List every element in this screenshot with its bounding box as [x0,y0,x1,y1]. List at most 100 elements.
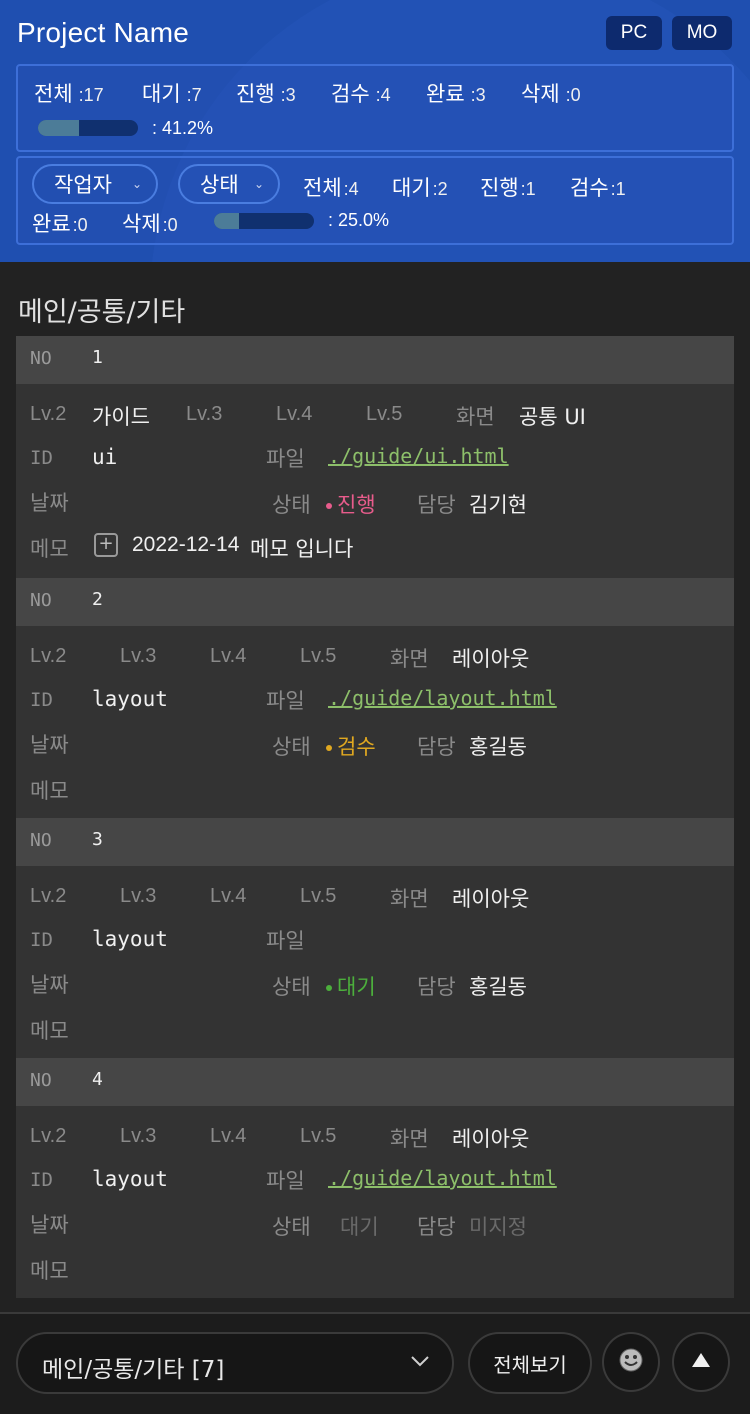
screen-label: 화면 [390,647,429,671]
stat-progress: 진행:3 [236,82,296,106]
memo-date: 2022-12-14 [132,533,240,556]
date-label: 날짜 [30,491,69,515]
smiley-button[interactable] [602,1332,660,1392]
scroll-top-button[interactable] [672,1332,730,1392]
lv3-label: Lv.3 [120,1125,157,1147]
filter-stat-total: 전체:4 [303,176,359,200]
id-value: layout [92,927,168,951]
summary-progress-text: : 41.2% [152,118,214,138]
no-label: NO [30,830,52,851]
item-card: Lv.2 Lv.3 Lv.4 Lv.5 화면 레이아웃 ID layout 파일… [16,1106,734,1298]
lv2-label: Lv.2 [30,645,67,667]
item-header: NO 2 [16,578,734,626]
lv5-label: Lv.5 [300,1125,337,1147]
filter-stat-done: 완료:0 [32,212,88,236]
project-title: Project Name [17,17,190,48]
id-label: ID [30,929,53,951]
worker-filter-dropdown[interactable]: 작업자 ⌄ [32,164,158,204]
status-dot-icon [326,985,332,991]
no-value: 4 [92,1069,103,1090]
owner-label: 담당 [417,1215,456,1239]
file-label: 파일 [266,447,305,471]
screen-label: 화면 [456,405,495,429]
no-label: NO [30,1070,52,1091]
status-label: 상태 [272,493,311,517]
lv4-label: Lv.4 [210,1125,247,1147]
filter-progress-fill [214,213,239,229]
status-label: 상태 [272,1215,311,1239]
stat-total: 전체:17 [34,82,104,106]
lv4-label: Lv.4 [210,885,247,907]
section-select[interactable]: 메인/공통/기타 [7] [16,1332,454,1394]
screen-value: 공통 UI [519,405,586,429]
id-value: layout [92,1167,168,1191]
mobile-mode-button[interactable]: MO [672,16,732,50]
id-label: ID [30,689,53,711]
no-value: 1 [92,347,103,368]
screen-label: 화면 [390,887,429,911]
status-dot-icon [326,503,332,509]
filter-progress-text: : 25.0% [328,210,390,230]
date-label: 날짜 [30,1213,69,1237]
scroll-top-icon [691,1351,711,1373]
pc-mode-button[interactable]: PC [606,16,662,50]
lv2-label: Lv.2 [30,1125,67,1147]
status-filter-dropdown[interactable]: 상태 ⌄ [178,164,280,204]
item-header: NO 4 [16,1058,734,1106]
status-value: 검수 [326,731,376,761]
section-title: 메인/공통/기타 [18,297,186,328]
no-label: NO [30,348,52,369]
lv4-label: Lv.4 [210,645,247,667]
add-memo-icon[interactable]: + [94,533,118,557]
id-value: layout [92,687,168,711]
owner-label: 담당 [417,735,456,759]
screen-value: 레이아웃 [452,887,530,911]
lv2-label: Lv.2 [30,885,67,907]
owner-value: 홍길동 [469,735,527,759]
owner-value: 김기현 [469,493,527,517]
chevron-down-icon [410,1352,430,1373]
lv2-label: Lv.2 [30,403,67,425]
status-value: 진행 [326,489,376,519]
lv5-label: Lv.5 [300,645,337,667]
filter-box: 작업자 ⌄ 상태 ⌄ 전체:4 대기:2 진행:1 검수:1 완료:0 삭제:0… [16,156,734,245]
memo-label: 메모 [30,1259,69,1283]
bottom-bar: 메인/공통/기타 [7] 전체보기 [0,1312,750,1414]
owner-value: 미지정 [469,1215,527,1239]
owner-label: 담당 [417,975,456,999]
lv3-label: Lv.3 [120,645,157,667]
filter-stat-progress: 진행:1 [480,176,536,200]
status-value: 대기 [340,1215,379,1239]
item-header: NO 3 [16,818,734,866]
view-all-button[interactable]: 전체보기 [468,1332,592,1394]
date-label: 날짜 [30,973,69,997]
stat-waiting: 대기:7 [142,82,202,106]
summary-box: 전체:17 대기:7 진행:3 검수:4 완료:3 삭제:0 : 41.2% [16,64,734,152]
filter-stat-review: 검수:1 [570,176,626,200]
filter-stat-deleted: 삭제:0 [122,212,178,236]
no-label: NO [30,590,52,611]
lv2-value: 가이드 [92,405,150,429]
status-label: 상태 [272,735,311,759]
lv3-label: Lv.3 [186,403,223,425]
worker-filter-label: 작업자 [54,173,112,197]
file-link[interactable]: ./guide/ui.html [328,444,509,468]
memo-label: 메모 [30,779,69,803]
id-label: ID [30,1169,53,1191]
status-value: 대기 [326,971,376,1001]
stat-deleted: 삭제:0 [521,82,581,106]
file-link[interactable]: ./guide/layout.html [328,1166,557,1190]
stat-done: 완료:3 [426,82,486,106]
item-card: Lv.2 Lv.3 Lv.4 Lv.5 화면 레이아웃 ID layout 파일… [16,626,734,818]
item-card: Lv.2 Lv.3 Lv.4 Lv.5 화면 레이아웃 ID layout 파일… [16,866,734,1058]
status-label: 상태 [272,975,311,999]
file-link[interactable]: ./guide/layout.html [328,686,557,710]
chevron-down-icon: ⌄ [253,177,264,191]
summary-progress-fill [38,120,80,136]
file-label: 파일 [266,1169,305,1193]
lv3-label: Lv.3 [120,885,157,907]
screen-value: 레이아웃 [452,647,530,671]
section-select-value: 메인/공통/기타 [7] [42,1357,225,1383]
item-card: Lv.2 가이드 Lv.3 Lv.4 Lv.5 화면 공통 UI ID ui 파… [16,384,734,578]
filter-progress-bar [214,213,314,229]
